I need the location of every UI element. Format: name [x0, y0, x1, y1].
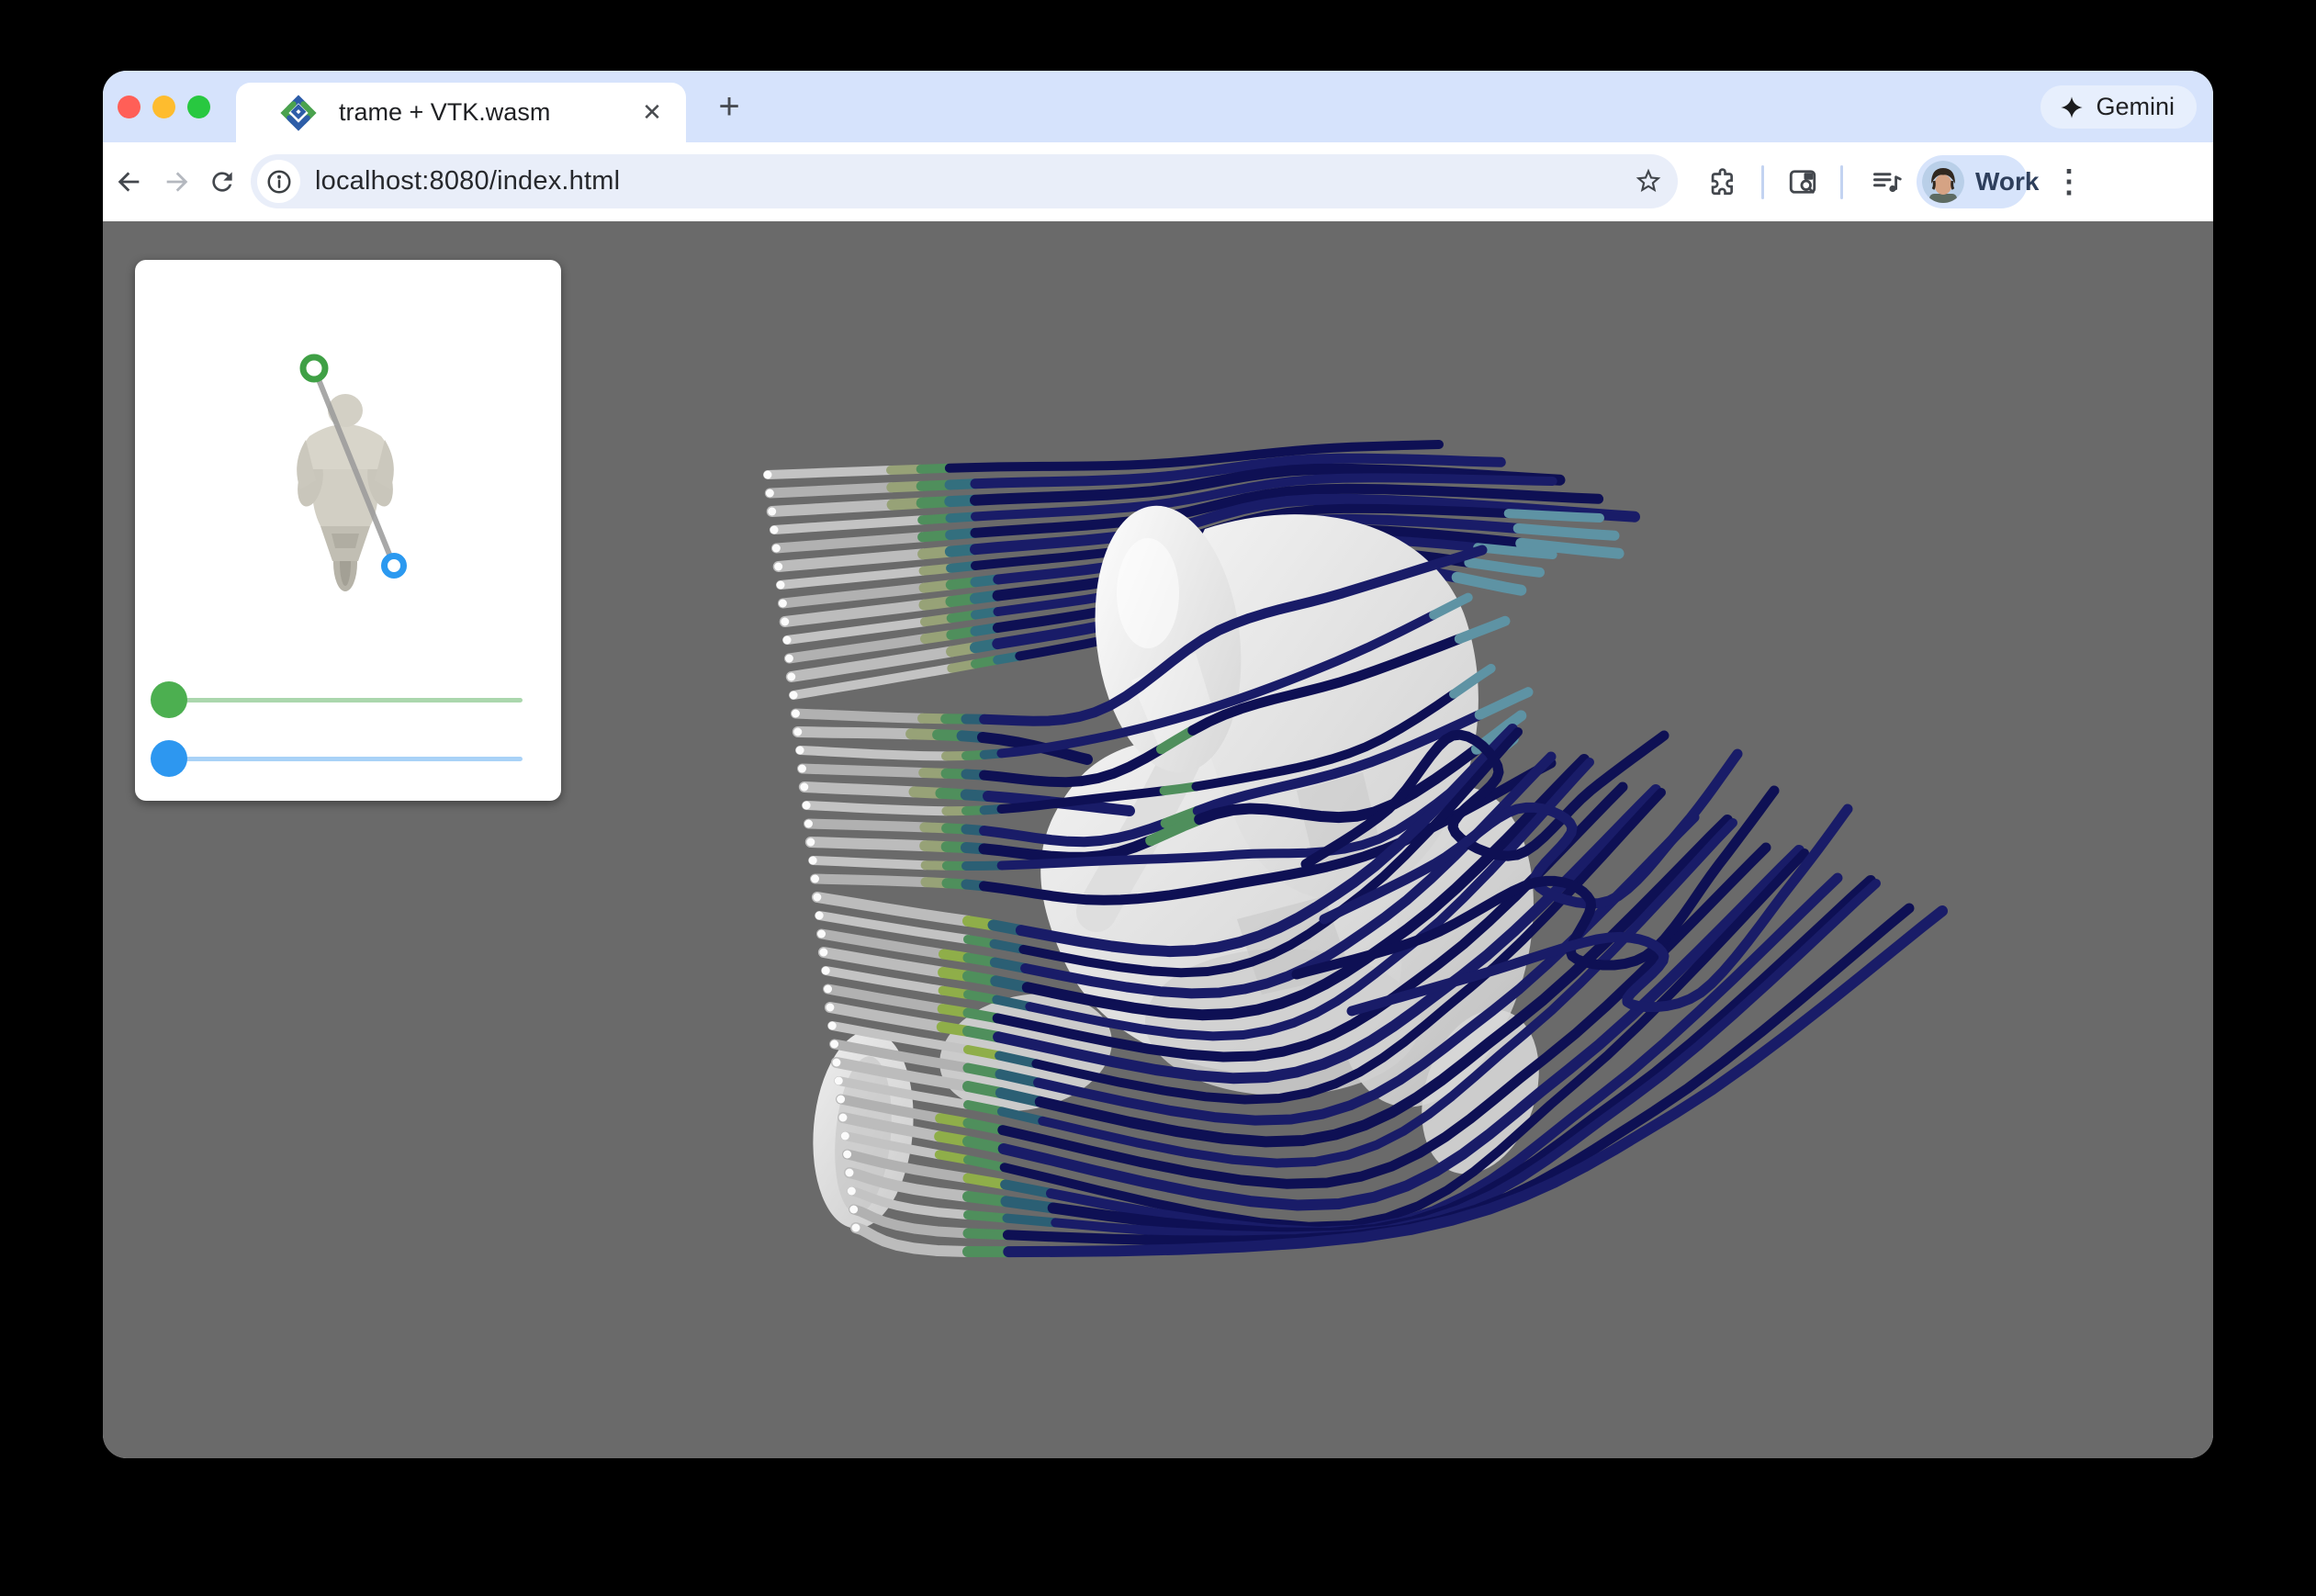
- minimize-window-button[interactable]: [152, 96, 175, 118]
- slider-track-green[interactable]: [169, 698, 523, 702]
- line-seed-widget[interactable]: [135, 343, 561, 618]
- seed-start-handle[interactable]: [303, 357, 325, 379]
- profile-button[interactable]: Work: [1917, 155, 2028, 208]
- slider-thumb-green[interactable]: [151, 681, 187, 718]
- profile-label: Work: [1975, 167, 2040, 197]
- toolbar: localhost:8080/index.html: [103, 142, 2213, 221]
- mini-motorcycle-image: [294, 394, 398, 591]
- bookmark-star-icon[interactable]: [1628, 161, 1669, 201]
- desktop: { "chrome": { "traffic_lights": [ {"name…: [0, 0, 2316, 1596]
- extensions-icon[interactable]: [1702, 162, 1742, 202]
- site-info-icon[interactable]: [257, 160, 300, 203]
- slider-track-blue[interactable]: [169, 757, 523, 761]
- forward-button[interactable]: [157, 162, 197, 202]
- gemini-button[interactable]: Gemini: [2041, 85, 2197, 129]
- avatar: [1922, 161, 1964, 203]
- new-tab-button[interactable]: +: [702, 79, 757, 134]
- address-bar[interactable]: localhost:8080/index.html: [251, 154, 1678, 208]
- slider-seed-end: [135, 740, 561, 777]
- slider-seed-start: [135, 681, 561, 718]
- gemini-sparkle-icon: [2059, 95, 2085, 120]
- seed-end-handle[interactable]: [385, 556, 404, 576]
- tab-search-icon[interactable]: [1782, 162, 1823, 202]
- slider-thumb-blue[interactable]: [151, 740, 187, 777]
- zoom-window-button[interactable]: [187, 96, 210, 118]
- back-button[interactable]: [108, 162, 149, 202]
- gemini-label: Gemini: [2096, 93, 2175, 121]
- trame-favicon-icon: [278, 93, 319, 133]
- url-text[interactable]: localhost:8080/index.html: [315, 166, 620, 197]
- tab-title: trame + VTK.wasm: [339, 98, 636, 127]
- close-window-button[interactable]: [118, 96, 141, 118]
- tab-close-icon[interactable]: ✕: [636, 97, 668, 129]
- browser-window: trame + VTK.wasm ✕ + Gemini localhost:80…: [103, 71, 2213, 1458]
- media-controls-icon[interactable]: [1867, 162, 1907, 202]
- tab-trame-vtk[interactable]: trame + VTK.wasm ✕: [236, 83, 686, 142]
- toolbar-separator: [1840, 165, 1843, 199]
- vtk-viewport[interactable]: [103, 221, 2213, 1458]
- tab-strip: trame + VTK.wasm ✕ + Gemini: [103, 71, 2213, 142]
- toolbar-separator: [1761, 165, 1764, 199]
- traffic-lights: [118, 96, 210, 118]
- reload-button[interactable]: [202, 162, 242, 202]
- more-menu-icon[interactable]: ⋮: [2049, 162, 2089, 202]
- control-panel-card: [135, 260, 561, 801]
